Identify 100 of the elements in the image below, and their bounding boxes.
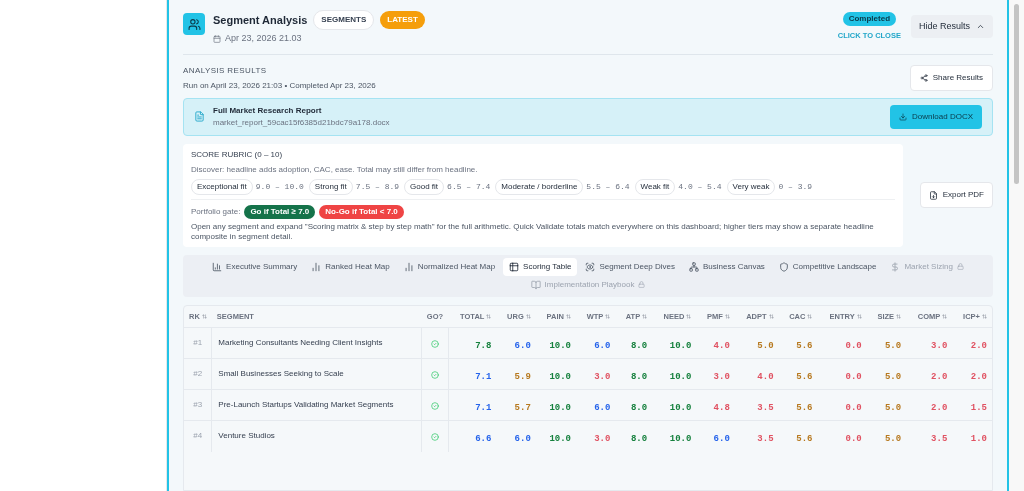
score-value: 0.0 xyxy=(845,341,862,351)
score-value: 5.6 xyxy=(796,372,813,382)
score-value: 2.0 xyxy=(931,372,948,382)
users-icon xyxy=(183,13,205,35)
score-value: 0.0 xyxy=(845,372,862,382)
score-value: 3.0 xyxy=(931,341,948,351)
tab[interactable]: Segment Deep Dives xyxy=(579,257,681,276)
tier-range: 5.5 – 6.4 xyxy=(586,180,630,193)
score-value: 7.8 xyxy=(475,341,492,351)
rank-cell: #2 xyxy=(184,358,212,390)
score-value: 5.7 xyxy=(514,403,531,413)
score-value: 0.0 xyxy=(845,403,862,413)
score-value: 2.0 xyxy=(931,403,948,413)
tier-range: 7.5 – 8.9 xyxy=(355,180,400,193)
rank-cell: #4 xyxy=(184,420,212,452)
gate-badge: No-Go if Total < 7.0 xyxy=(319,204,404,219)
tab[interactable]: Normalized Heat Map xyxy=(397,257,502,276)
run-info: Run on April 23, 2026 21:03 • Completed Apr 23, 2026 xyxy=(183,79,376,92)
score-value: 3.5 xyxy=(757,434,774,445)
score-value: 3.0 xyxy=(594,372,611,382)
score-value: 7.1 xyxy=(475,403,492,413)
tab[interactable]: Competitive Landscape xyxy=(772,257,883,276)
report-filename: market_report_59cac15f6385d21bdc79a178.docx xyxy=(213,116,390,129)
score-value: 10.0 xyxy=(549,341,571,351)
score-value: 5.6 xyxy=(796,403,813,413)
score-value: 10.0 xyxy=(549,403,571,413)
score-value: 5.0 xyxy=(884,372,902,382)
download-icon xyxy=(899,112,908,121)
scrollbar[interactable] xyxy=(1014,4,1019,184)
tier-range: 9.0 – 10.0 xyxy=(255,180,304,193)
book-icon xyxy=(530,279,541,290)
score-value: 2.0 xyxy=(970,372,987,382)
tab[interactable]: Executive Summary xyxy=(206,257,304,276)
score-value: 3.0 xyxy=(713,372,730,382)
score-value: 10.0 xyxy=(549,434,571,445)
tab[interactable]: Ranked Heat Map xyxy=(305,257,396,276)
rank-cell: #3 xyxy=(184,389,212,421)
score-value: 10.0 xyxy=(669,434,692,445)
score-value: 5.0 xyxy=(757,341,774,351)
tab[interactable]: Business Canvas xyxy=(683,257,771,276)
tier-range: 4.0 – 5.4 xyxy=(678,180,722,193)
shield-icon xyxy=(778,261,789,272)
score-value: 10.0 xyxy=(669,403,692,413)
scan-icon xyxy=(585,261,596,272)
tier-range: 6.5 – 7.4 xyxy=(447,180,491,193)
score-value: 1.0 xyxy=(970,434,987,445)
score-value: 3.5 xyxy=(757,403,774,413)
gate-label: Portfolio gate: xyxy=(191,205,241,218)
score-value: 3.0 xyxy=(594,434,611,445)
dollar-icon xyxy=(890,261,901,272)
score-value: 5.6 xyxy=(796,434,813,445)
tier-range: 0 – 3.9 xyxy=(778,180,813,193)
score-value: 8.0 xyxy=(630,403,648,413)
segment-cell: Marketing Consultants Needing Client Insights xyxy=(211,327,422,359)
score-value: 4.0 xyxy=(713,341,730,351)
table-icon xyxy=(509,261,520,272)
score-value: 2.0 xyxy=(970,341,987,351)
download-button[interactable]: Download DOCX xyxy=(890,104,982,129)
bar-chart-icon xyxy=(403,261,414,272)
status-badge[interactable]: Completed xyxy=(842,12,897,26)
score-value: 10.0 xyxy=(549,372,571,382)
score-value: 6.0 xyxy=(514,341,531,351)
file-download-icon xyxy=(928,190,938,200)
section-heading: ANALYSIS RESULTS xyxy=(183,64,268,77)
score-value: 6.0 xyxy=(514,434,531,445)
score-value: 4.0 xyxy=(757,372,774,382)
bar-chart-icon xyxy=(212,261,223,272)
score-value: 0.0 xyxy=(845,434,862,445)
score-value: 10.0 xyxy=(669,341,692,351)
score-value: 6.6 xyxy=(475,434,492,445)
segment-cell: Small Businesses Seeking to Scale xyxy=(211,358,422,390)
score-value: 6.0 xyxy=(713,434,730,445)
network-icon xyxy=(689,261,699,272)
score-value: 10.0 xyxy=(669,372,692,382)
bar-chart-icon xyxy=(311,261,322,272)
rubric-title: SCORE RUBRIC (0 – 10) xyxy=(191,148,284,161)
score-value: 6.0 xyxy=(594,403,611,413)
export-pdf-button[interactable]: Export PDF xyxy=(919,182,993,208)
score-value: 6.0 xyxy=(594,341,611,351)
score-value: 7.1 xyxy=(475,372,492,382)
score-value: 5.0 xyxy=(884,403,902,413)
analysis-title: Segment Analysis xyxy=(213,12,308,28)
badge: SEGMENTS xyxy=(313,10,375,30)
rank-cell: #1 xyxy=(184,327,212,359)
score-value: 5.9 xyxy=(514,372,531,382)
tab[interactable]: Scoring Table xyxy=(503,257,578,276)
hide-results-button[interactable]: Hide Results xyxy=(910,14,993,39)
score-value: 1.5 xyxy=(970,403,987,413)
score-value: 3.5 xyxy=(931,434,948,445)
score-value: 4.8 xyxy=(713,403,730,413)
share-results-button[interactable]: Share Results xyxy=(909,65,993,91)
gate-badge: Go if Total ≥ 7.0 xyxy=(244,204,316,219)
score-value: 8.0 xyxy=(630,372,648,382)
score-value: 5.0 xyxy=(884,341,902,351)
document-icon xyxy=(194,111,205,122)
rubric-note: Discover: headline adds adoption, CAC, ease. Total may still differ from headline. xyxy=(191,163,479,176)
score-value: 5.0 xyxy=(884,434,902,445)
rubric-footnote: Open any segment and expand "Scoring matrix & step by step math" for the full arithmetic. Quick Validate totals match everywhere on this dashboard; higher tiers may show a separate headline composite in segment detail. xyxy=(191,221,875,242)
calendar-icon xyxy=(213,34,221,43)
badge: LATEST xyxy=(380,11,425,29)
